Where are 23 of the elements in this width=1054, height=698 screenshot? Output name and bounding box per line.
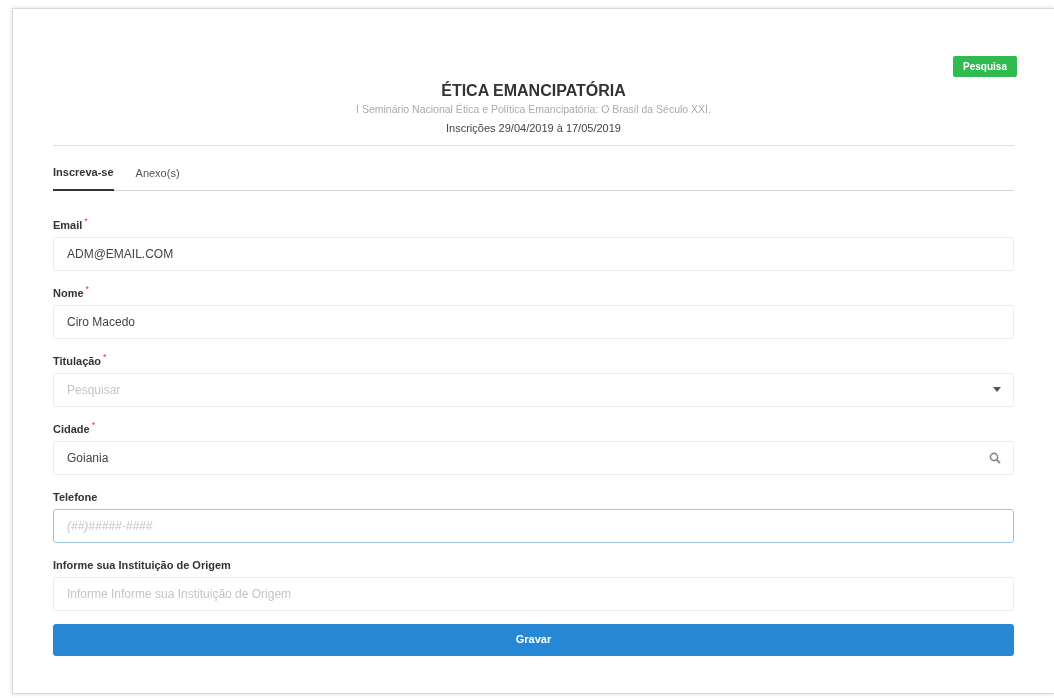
save-button[interactable]: Gravar	[53, 623, 1014, 656]
registration-dates: Inscrições 29/04/2019 à 17/05/2019	[446, 121, 621, 136]
search-icon	[989, 451, 1001, 464]
input-field[interactable]: Ciro Macedo	[53, 304, 1014, 339]
tab[interactable]: Anexo(s)	[135, 164, 180, 190]
required-mark: *	[91, 420, 96, 430]
field-label: Nome	[53, 285, 84, 301]
search-field[interactable]: Goiania	[53, 440, 1014, 475]
input-field[interactable]: ADM@EMAIL.COM	[53, 236, 1014, 271]
tab[interactable]: Inscreva-se	[53, 164, 114, 191]
field-label: Titulação	[53, 353, 102, 369]
select-field[interactable]: Pesquisar	[53, 372, 1014, 407]
page-title: ÉTICA EMANCIPATÓRIA	[441, 81, 626, 101]
required-mark: *	[84, 216, 88, 226]
field-label: Cidade	[53, 421, 90, 437]
field-label: Telefone	[53, 489, 98, 505]
required-mark: *	[103, 352, 107, 362]
required-mark: *	[85, 284, 90, 294]
field-label: Informe sua Instituição de Origem	[53, 557, 231, 573]
caret-icon	[993, 387, 1001, 392]
event-subtitle: I Seminário Nacional Ética e Política Emancipatória: O Brasil da Século XXI.	[356, 102, 711, 117]
input-field[interactable]: (##)#####-####	[53, 508, 1014, 543]
field-label: Email	[53, 217, 83, 233]
